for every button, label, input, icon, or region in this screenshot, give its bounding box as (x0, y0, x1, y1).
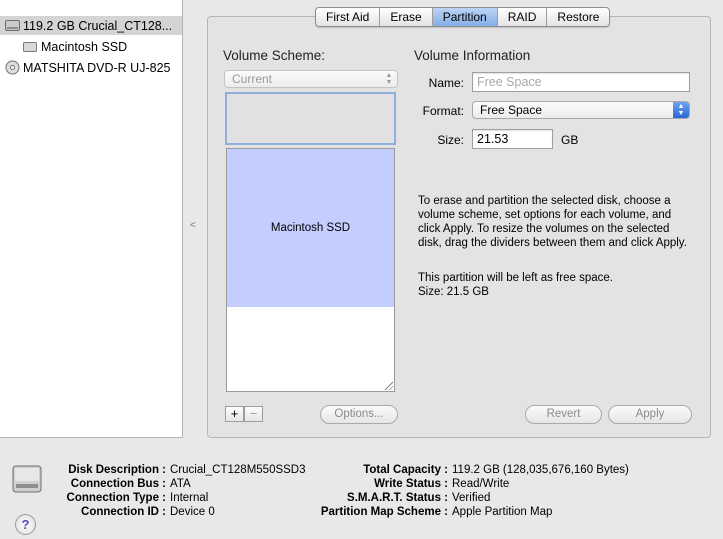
help-button[interactable]: ? (15, 514, 36, 535)
resize-grip-icon[interactable] (383, 380, 393, 390)
volume-layout-area[interactable]: Macintosh SSD (226, 148, 395, 392)
volume-icon (22, 40, 38, 54)
disk-row-macintosh-ssd[interactable]: Macintosh SSD (0, 37, 182, 56)
format-popup[interactable]: Free Space ▲ ▼ (472, 101, 690, 119)
disk-row-dvd[interactable]: MATSHITA DVD-R UJ-825 (0, 58, 182, 77)
format-label: Format: (422, 104, 464, 118)
size-label: Size: (437, 133, 464, 147)
partition-macintosh-ssd[interactable]: Macintosh SSD (227, 149, 394, 307)
revert-button[interactable]: Revert (525, 405, 602, 424)
info-key: Total Capacity : (363, 464, 448, 476)
tab-erase[interactable]: Erase (380, 8, 433, 26)
info-value: Verified (452, 492, 491, 504)
volume-scheme-popup[interactable]: Current ▲ ▼ (224, 70, 398, 88)
disk-row-crucial[interactable]: 119.2 GB Crucial_CT128... (0, 16, 182, 35)
hard-disk-icon (11, 463, 43, 500)
info-value: Device 0 (170, 506, 215, 518)
optical-drive-icon (4, 60, 20, 75)
partition-label: Macintosh SSD (270, 222, 351, 234)
free-space-size: Size: 21.5 GB (418, 286, 489, 298)
volume-scheme-label: Volume Scheme: (223, 48, 326, 63)
info-value: Apple Partition Map (452, 506, 553, 518)
options-button[interactable]: Options... (320, 405, 398, 424)
info-value: Crucial_CT128M550SSD3 (170, 464, 306, 476)
size-field[interactable]: 21.53 (472, 129, 553, 149)
splitter-handle[interactable]: ˂ (190, 221, 198, 231)
disk-label: MATSHITA DVD-R UJ-825 (23, 60, 171, 75)
volume-information-label: Volume Information (414, 48, 531, 63)
partition-instructions: To erase and partition the selected disk… (418, 195, 687, 249)
tab-raid[interactable]: RAID (498, 8, 548, 26)
disk-label: 119.2 GB Crucial_CT128... (23, 18, 173, 33)
info-value: Read/Write (452, 478, 510, 490)
info-value: 119.2 GB (128,035,676,160 Bytes) (452, 464, 629, 476)
hard-disk-icon (4, 19, 20, 33)
add-partition-button[interactable]: + (225, 406, 244, 422)
selected-free-space-partition[interactable] (225, 92, 396, 145)
apply-button[interactable]: Apply (608, 405, 692, 424)
volume-scheme-value: Current (232, 72, 273, 86)
info-value: ATA (170, 478, 191, 490)
tab-partition[interactable]: Partition (432, 8, 498, 26)
free-space-note: This partition will be left as free spac… (418, 272, 613, 284)
tab-restore[interactable]: Restore (547, 8, 609, 26)
info-key: Disk Description : (68, 464, 166, 476)
info-key: Write Status : (374, 478, 448, 490)
remove-partition-button[interactable]: − (244, 406, 263, 422)
size-unit: GB (561, 133, 579, 147)
info-key: Partition Map Scheme : (320, 506, 448, 518)
popup-arrows-icon: ▲ ▼ (385, 72, 393, 86)
tab-bar: First Aid Erase Partition RAID Restore (315, 7, 611, 27)
info-key: Connection Bus : (70, 478, 166, 490)
popup-arrows-icon: ▲ ▼ (673, 102, 689, 118)
name-label: Name: (428, 76, 464, 90)
tab-first-aid[interactable]: First Aid (316, 8, 381, 26)
name-field[interactable]: Free Space (472, 72, 690, 92)
disk-info-left: Disk Description : Crucial_CT128M550SSD3… (40, 463, 306, 519)
info-value: Internal (170, 492, 209, 504)
disk-info-right: Total Capacity : 119.2 GB (128,035,676,1… (300, 463, 629, 519)
volume-label: Macintosh SSD (41, 39, 128, 54)
info-key: S.M.A.R.T. Status : (347, 492, 448, 504)
format-value: Free Space (480, 103, 543, 117)
info-key: Connection Type : (66, 492, 166, 504)
info-key: Connection ID : (81, 506, 166, 518)
disk-list[interactable]: 119.2 GB Crucial_CT128... Macintosh SSD … (0, 0, 183, 438)
